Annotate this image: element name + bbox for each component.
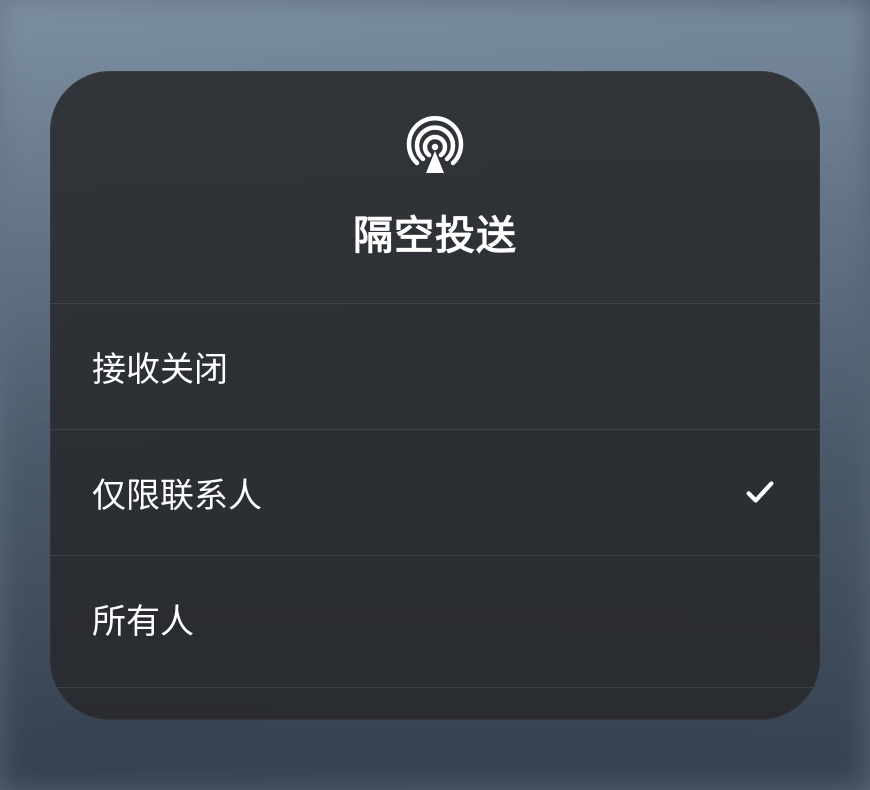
panel-header: 隔空投送 [50, 71, 820, 304]
options-list: 接收关闭 仅限联系人 所有人 [50, 304, 820, 688]
option-label: 所有人 [92, 594, 194, 643]
panel-footer-space [50, 688, 820, 720]
airdrop-icon [399, 111, 471, 183]
airdrop-settings-panel: 隔空投送 接收关闭 仅限联系人 所有人 [50, 71, 820, 720]
option-contacts-only[interactable]: 仅限联系人 [50, 429, 820, 555]
option-receiving-off[interactable]: 接收关闭 [50, 304, 820, 429]
option-label: 接收关闭 [92, 342, 228, 391]
panel-title: 隔空投送 [353, 203, 517, 261]
option-everyone[interactable]: 所有人 [50, 555, 820, 688]
checkmark-icon [742, 474, 778, 510]
option-label: 仅限联系人 [92, 468, 262, 517]
